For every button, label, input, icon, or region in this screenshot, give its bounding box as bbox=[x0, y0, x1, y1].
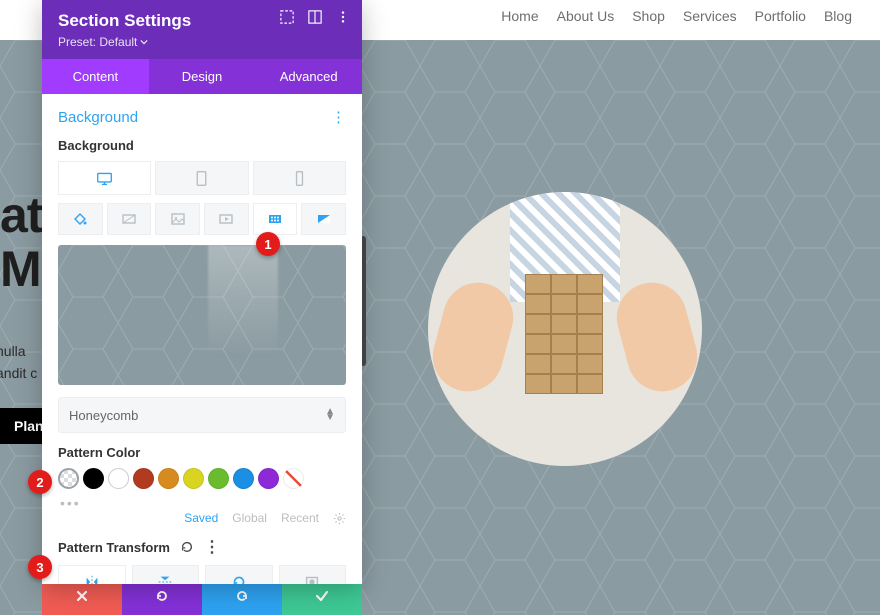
tag-saved[interactable]: Saved bbox=[184, 511, 218, 525]
swatch-transparent[interactable] bbox=[58, 468, 79, 489]
tab-advanced[interactable]: Advanced bbox=[255, 59, 362, 94]
color-swatches bbox=[58, 468, 346, 489]
pattern-color-label: Pattern Color bbox=[58, 445, 346, 460]
invert[interactable] bbox=[279, 565, 347, 584]
pattern-icon bbox=[267, 211, 283, 227]
swatch-green[interactable] bbox=[208, 468, 229, 489]
reset-icon[interactable] bbox=[180, 540, 194, 554]
swatch-purple[interactable] bbox=[258, 468, 279, 489]
paint-icon bbox=[72, 211, 88, 227]
bg-video[interactable] bbox=[204, 203, 249, 235]
panel-header: Section Settings Preset: Default bbox=[42, 0, 362, 59]
image-icon bbox=[170, 211, 186, 227]
swatch-black[interactable] bbox=[83, 468, 104, 489]
panel-tabs: Content Design Advanced bbox=[42, 59, 362, 94]
transform-options-icon[interactable]: ⋮ bbox=[204, 537, 220, 557]
section-options-icon[interactable]: ⋮ bbox=[331, 108, 346, 126]
device-desktop[interactable] bbox=[58, 161, 151, 195]
check-icon bbox=[314, 588, 330, 604]
more-swatches-icon[interactable]: ••• bbox=[60, 495, 346, 511]
bg-gradient[interactable] bbox=[107, 203, 152, 235]
settings-panel: Section Settings Preset: Default Content… bbox=[42, 0, 362, 584]
rotate-icon bbox=[230, 573, 248, 584]
hero-image bbox=[428, 192, 702, 466]
step-marker-3: 3 bbox=[28, 555, 52, 579]
tab-content[interactable]: Content bbox=[42, 59, 149, 94]
step-marker-2: 2 bbox=[28, 470, 52, 494]
rotate[interactable] bbox=[205, 565, 273, 584]
nav-services[interactable]: Services bbox=[683, 8, 737, 24]
device-tablet[interactable] bbox=[155, 161, 248, 195]
tag-recent[interactable]: Recent bbox=[281, 511, 319, 525]
swatch-red[interactable] bbox=[133, 468, 154, 489]
flip-horizontal[interactable] bbox=[58, 565, 126, 584]
bg-image[interactable] bbox=[155, 203, 200, 235]
bg-mask[interactable] bbox=[301, 203, 346, 235]
more-icon[interactable] bbox=[336, 10, 350, 24]
swatch-none[interactable] bbox=[283, 468, 304, 489]
desktop-icon bbox=[96, 170, 113, 187]
device-phone[interactable] bbox=[253, 161, 346, 195]
expand-icon[interactable] bbox=[280, 10, 294, 24]
palette-tags: Saved Global Recent bbox=[58, 511, 346, 525]
gradient-icon bbox=[121, 211, 137, 227]
nav-blog[interactable]: Blog bbox=[824, 8, 852, 24]
swatch-white[interactable] bbox=[108, 468, 129, 489]
invert-icon bbox=[303, 573, 321, 584]
pattern-preview bbox=[58, 245, 346, 385]
step-marker-1: 1 bbox=[256, 232, 280, 256]
video-icon bbox=[218, 211, 234, 227]
device-tabs bbox=[58, 161, 346, 195]
mask-icon bbox=[316, 211, 332, 227]
preview-hex-icon bbox=[58, 245, 346, 385]
bg-type-tabs bbox=[58, 203, 346, 235]
site-nav: Home About Us Shop Services Portfolio Bl… bbox=[501, 8, 852, 24]
swatch-blue[interactable] bbox=[233, 468, 254, 489]
background-label: Background bbox=[58, 138, 346, 153]
tag-global[interactable]: Global bbox=[232, 511, 267, 525]
phone-icon bbox=[291, 170, 308, 187]
nav-about[interactable]: About Us bbox=[557, 8, 615, 24]
preset-selector[interactable]: Preset: Default bbox=[58, 35, 346, 49]
section-heading[interactable]: Background bbox=[58, 109, 138, 126]
select-arrows-icon: ▲▼ bbox=[325, 409, 335, 421]
panel-body: Background ⋮ Background Honeycomb ▲▼ Pat… bbox=[42, 94, 362, 584]
gear-icon[interactable] bbox=[333, 512, 346, 525]
pattern-select[interactable]: Honeycomb ▲▼ bbox=[58, 397, 346, 433]
undo-icon bbox=[154, 588, 170, 604]
layout-icon[interactable] bbox=[308, 10, 322, 24]
chevron-down-icon bbox=[140, 38, 148, 46]
swatch-orange[interactable] bbox=[158, 468, 179, 489]
bg-color[interactable] bbox=[58, 203, 103, 235]
flip-h-icon bbox=[83, 573, 101, 584]
tab-design[interactable]: Design bbox=[149, 59, 256, 94]
flip-vertical[interactable] bbox=[132, 565, 200, 584]
swatch-yellow[interactable] bbox=[183, 468, 204, 489]
bg-pattern[interactable] bbox=[253, 203, 298, 235]
redo-icon bbox=[234, 588, 250, 604]
nav-home[interactable]: Home bbox=[501, 8, 538, 24]
transform-row bbox=[58, 565, 346, 584]
hero-subtext: nulla andit c bbox=[0, 340, 44, 385]
nav-portfolio[interactable]: Portfolio bbox=[755, 8, 806, 24]
flip-v-icon bbox=[156, 573, 174, 584]
nav-shop[interactable]: Shop bbox=[632, 8, 665, 24]
tablet-icon bbox=[193, 170, 210, 187]
transform-label: Pattern Transform bbox=[58, 540, 170, 555]
close-icon bbox=[75, 589, 89, 603]
